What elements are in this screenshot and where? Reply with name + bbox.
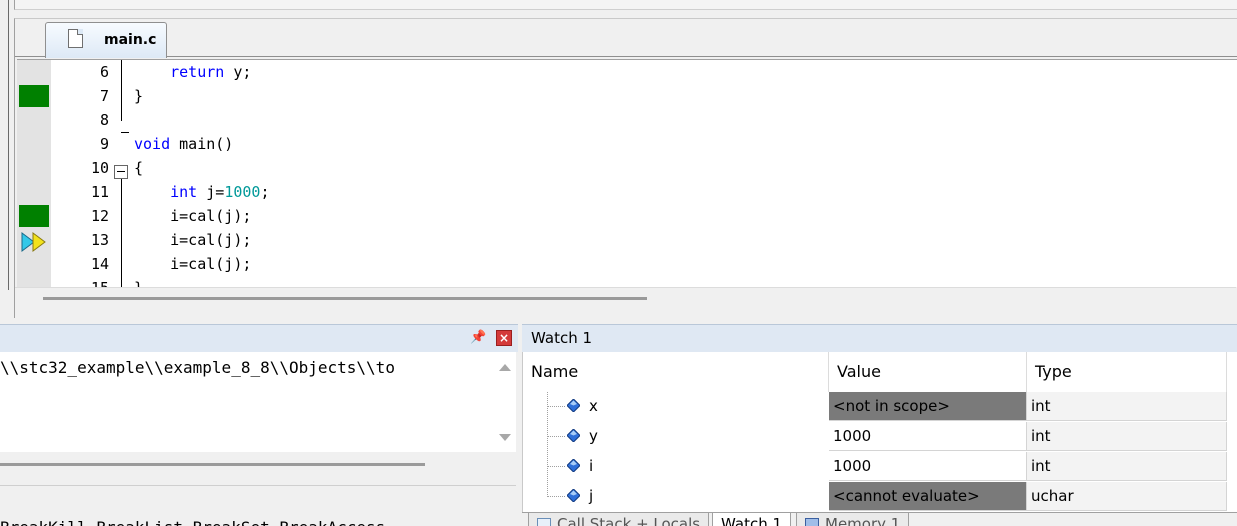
watch-type-cell: int bbox=[1027, 422, 1227, 451]
scroll-up-icon[interactable] bbox=[499, 364, 511, 371]
variable-name: y bbox=[589, 427, 598, 445]
variable-name: i bbox=[589, 457, 594, 475]
watch-value-cell[interactable]: <cannot evaluate> bbox=[829, 482, 1027, 511]
watch-row[interactable]: y 1000 int bbox=[523, 422, 1237, 452]
line-number: 12 bbox=[90, 207, 109, 225]
tab-label: Memory 1 bbox=[825, 515, 901, 526]
watch-type-cell: int bbox=[1027, 452, 1227, 481]
line-number: 9 bbox=[99, 135, 109, 153]
watch-value-cell[interactable]: <not in scope> bbox=[829, 392, 1027, 421]
editor-tab-bar: main.c bbox=[15, 19, 1237, 58]
watch-row[interactable]: j <cannot evaluate> uchar bbox=[523, 482, 1237, 512]
variable-icon bbox=[567, 459, 580, 472]
column-header-name[interactable]: Name bbox=[523, 352, 829, 392]
code-text: { bbox=[134, 159, 144, 177]
execution-pointer-icon bbox=[21, 232, 46, 252]
watch-name-cell[interactable]: i bbox=[523, 452, 827, 481]
watch-name-cell[interactable]: x bbox=[523, 392, 827, 421]
left-border bbox=[8, 0, 9, 290]
scroll-thumb[interactable] bbox=[0, 463, 425, 466]
variable-icon bbox=[567, 489, 580, 502]
line-number: 8 bbox=[99, 111, 109, 129]
output-pane-header: 📌 × bbox=[0, 324, 520, 352]
tree-guide bbox=[547, 482, 548, 497]
output-horizontal-scrollbar[interactable] bbox=[0, 452, 516, 486]
line-number: 14 bbox=[90, 255, 109, 273]
code-line: 14 i=cal(j); bbox=[17, 252, 1237, 276]
watch-table: Name Value Type x <not in scope> int y 1… bbox=[522, 352, 1237, 512]
line-number: 13 bbox=[90, 231, 109, 249]
watch-value-cell[interactable]: 1000 bbox=[829, 422, 1027, 451]
tab-label: Watch 1 bbox=[721, 515, 783, 526]
code-text: return y; bbox=[170, 63, 252, 81]
code-line: 6 return y; bbox=[17, 60, 1237, 84]
breakpoint-marker[interactable] bbox=[19, 205, 49, 227]
watch-pane-title: Watch 1 bbox=[531, 329, 593, 347]
code-text: i=cal(j); bbox=[134, 231, 252, 249]
tab-label: main.c bbox=[104, 32, 157, 48]
variable-name: x bbox=[589, 397, 598, 415]
watch-row[interactable]: x <not in scope> int bbox=[523, 392, 1237, 422]
tab-main-c[interactable]: main.c bbox=[45, 22, 167, 58]
memory-icon bbox=[805, 518, 819, 526]
tree-connector bbox=[547, 496, 565, 497]
command-help-text: BreakKill BreakList BreakSet BreakAccess bbox=[0, 518, 385, 526]
variable-name: j bbox=[589, 487, 594, 505]
tab-memory-1[interactable]: Memory 1 bbox=[796, 513, 910, 526]
tree-connector bbox=[547, 436, 565, 437]
line-number: 15 bbox=[51, 276, 109, 287]
watch-value-cell[interactable]: 1000 bbox=[829, 452, 1027, 481]
scroll-down-icon[interactable] bbox=[499, 434, 511, 441]
output-path-text: \\stc32_example\\example_8_8\\Objects\\t… bbox=[0, 358, 395, 377]
watch-tab-bar: Call Stack + Locals Watch 1 Memory 1 bbox=[522, 512, 1237, 526]
command-line[interactable]: BreakKill BreakList BreakSet BreakAccess bbox=[0, 490, 516, 526]
column-header-type[interactable]: Type bbox=[1027, 352, 1227, 392]
tab-watch-1[interactable]: Watch 1 bbox=[712, 513, 792, 526]
line-number: 11 bbox=[90, 183, 109, 201]
code-line: 9 void main() bbox=[17, 132, 1237, 156]
line-number: 10 bbox=[90, 159, 109, 177]
output-text-area[interactable]: \\stc32_example\\example_8_8\\Objects\\t… bbox=[0, 352, 494, 452]
code-text: void main() bbox=[134, 135, 234, 153]
watch-name-cell[interactable]: j bbox=[523, 482, 827, 511]
code-line: 7 } bbox=[17, 84, 1237, 108]
variable-icon bbox=[567, 429, 580, 442]
code-line: 12 i=cal(j); bbox=[17, 204, 1237, 228]
code-text: i=cal(j); bbox=[134, 255, 252, 273]
code-text: } bbox=[134, 276, 143, 287]
scroll-thumb[interactable] bbox=[43, 297, 647, 300]
line-number: 6 bbox=[99, 63, 109, 81]
call-stack-icon bbox=[537, 518, 551, 526]
code-text: int j=1000; bbox=[170, 183, 270, 201]
file-icon bbox=[68, 29, 83, 48]
editor-window: main.c 6 return y; 7 } 8 9 void main() 1… bbox=[14, 18, 1237, 319]
code-line: 10 { bbox=[17, 156, 1237, 180]
tree-connector bbox=[547, 406, 565, 407]
breakpoint-marker[interactable] bbox=[19, 85, 49, 107]
code-text: i=cal(j); bbox=[134, 207, 252, 225]
watch-name-cell[interactable]: y bbox=[523, 422, 827, 451]
editor-horizontal-scrollbar[interactable] bbox=[15, 287, 1236, 319]
code-line: 13 i=cal(j); bbox=[17, 228, 1237, 252]
watch-type-cell: int bbox=[1027, 392, 1227, 421]
code-editor[interactable]: 6 return y; 7 } 8 9 void main() 10 { 11 … bbox=[17, 59, 1237, 287]
variable-icon bbox=[567, 399, 580, 412]
watch-type-cell: uchar bbox=[1027, 482, 1227, 511]
tab-label: Call Stack + Locals bbox=[557, 515, 701, 526]
tab-call-stack-locals[interactable]: Call Stack + Locals bbox=[528, 513, 710, 526]
line-number: 7 bbox=[99, 87, 109, 105]
code-line: 11 int j=1000; bbox=[17, 180, 1237, 204]
tree-connector bbox=[547, 466, 565, 467]
column-header-value[interactable]: Value bbox=[829, 352, 1027, 392]
watch-row[interactable]: i 1000 int bbox=[523, 452, 1237, 482]
code-text: } bbox=[134, 87, 144, 105]
top-toolbar-strip bbox=[0, 0, 1237, 12]
code-line: 15 } bbox=[17, 276, 1237, 287]
watch-pane-header: Watch 1 bbox=[522, 324, 1237, 352]
close-icon[interactable]: × bbox=[496, 330, 512, 346]
output-vertical-scrollbar[interactable] bbox=[494, 352, 516, 452]
pin-icon[interactable]: 📌 bbox=[470, 329, 486, 347]
code-line: 8 bbox=[17, 108, 1237, 132]
